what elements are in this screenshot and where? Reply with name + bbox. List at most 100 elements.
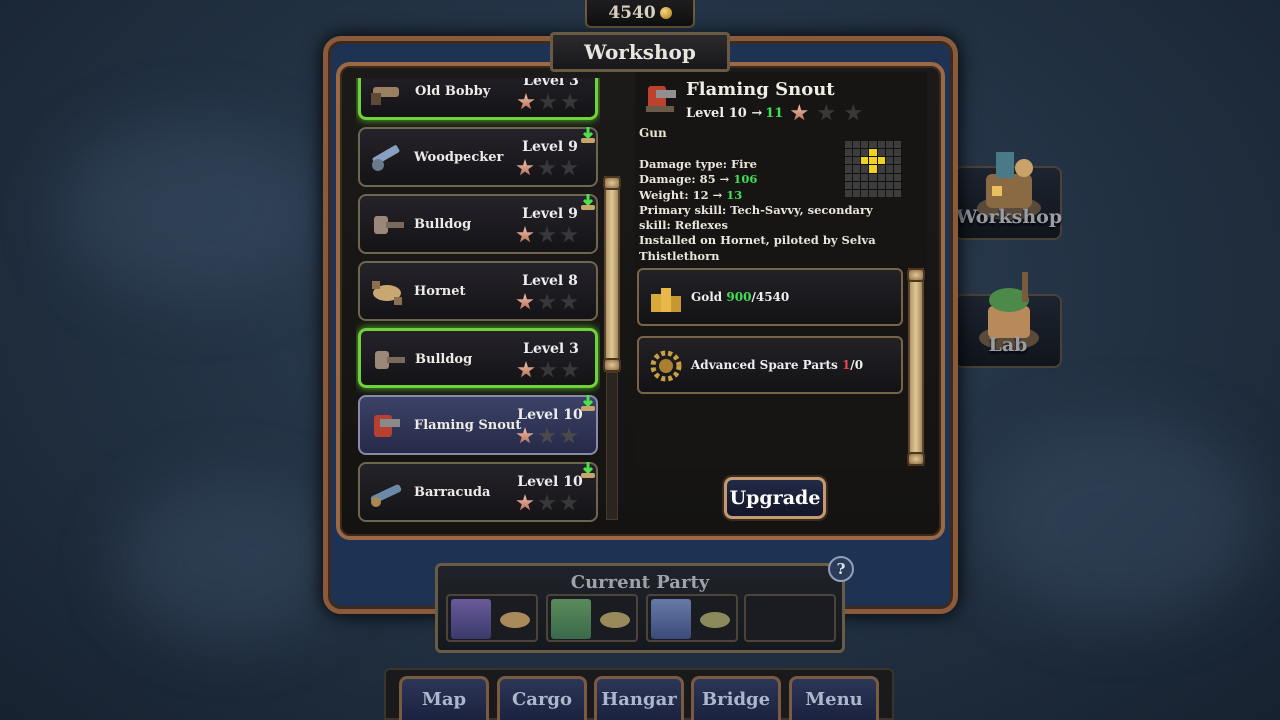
cost-gold: Gold 900/4540 xyxy=(637,268,903,326)
skills-text: Primary skill: Tech-Savvy, secondary ski… xyxy=(639,202,873,233)
star-icon xyxy=(560,226,578,243)
detail-level: Level 10 → 11 xyxy=(686,104,862,122)
star-icon xyxy=(516,159,534,176)
current-party-title: Current Party xyxy=(570,572,710,593)
ship-icon xyxy=(700,612,730,628)
star-icon xyxy=(560,494,578,511)
help-button[interactable]: ? xyxy=(828,556,854,582)
item-level: Level 8 xyxy=(522,273,578,289)
gun-woodpecker-icon xyxy=(372,145,400,171)
star-rating xyxy=(517,361,579,379)
list-item[interactable]: Woodpecker Level 9 xyxy=(358,127,598,187)
workshop-label: Workshop xyxy=(956,206,1063,228)
scroll-up-knob[interactable] xyxy=(907,268,925,282)
detail-item-type: Gun xyxy=(639,126,667,140)
list-item[interactable]: Old Bobby Level 3 xyxy=(358,78,598,120)
cost-spare-parts-text: Advanced Spare Parts 1/0 xyxy=(691,358,863,372)
list-item-selected[interactable]: Flaming Snout Level 10 xyxy=(358,395,598,455)
nav-hangar-button[interactable]: Hangar xyxy=(594,676,684,720)
party-slot[interactable] xyxy=(446,594,538,642)
star-icon xyxy=(817,104,835,121)
star-rating xyxy=(516,159,578,177)
list-item[interactable]: Hornet Level 8 xyxy=(358,261,598,321)
item-name: Bulldog xyxy=(415,352,473,367)
item-name: Flaming Snout xyxy=(414,418,522,433)
cost-spare-parts: Advanced Spare Parts 1/0 xyxy=(637,336,903,394)
item-list-scrollbar[interactable] xyxy=(603,176,621,372)
star-icon xyxy=(539,361,557,378)
star-icon xyxy=(560,293,578,310)
scroll-down-knob[interactable] xyxy=(603,358,621,372)
star-icon xyxy=(517,361,535,378)
star-rating xyxy=(516,427,578,445)
upgrade-available-icon xyxy=(581,194,595,210)
star-icon xyxy=(790,104,808,121)
list-item[interactable]: Bulldog Level 3 xyxy=(358,328,598,388)
gun-old-bobby-icon xyxy=(371,87,399,105)
upgrade-button[interactable]: Upgrade xyxy=(724,477,826,519)
weight-current: Weight: 12 → xyxy=(639,187,723,202)
star-icon xyxy=(538,494,556,511)
list-item[interactable]: Bulldog Level 9 xyxy=(358,194,598,254)
list-item[interactable]: Barracuda Level 10 xyxy=(358,462,598,522)
star-icon xyxy=(517,93,535,110)
gun-bulldog-icon xyxy=(375,351,405,369)
fog-cloud xyxy=(120,480,340,640)
star-icon xyxy=(538,226,556,243)
damage-current: Damage: 85 → xyxy=(639,172,730,187)
pilot-portrait-avatar xyxy=(551,599,591,639)
cost-need: 4540 xyxy=(755,290,790,304)
cost-label: Advanced Spare Parts xyxy=(691,358,838,372)
gun-barracuda-icon xyxy=(370,484,402,507)
item-name: Bulldog xyxy=(414,217,472,232)
cost-have: 900 xyxy=(726,290,752,304)
scroll-up-knob[interactable] xyxy=(603,176,621,190)
ship-hornet-icon xyxy=(372,281,402,305)
nav-bridge-button[interactable]: Bridge xyxy=(691,676,781,720)
gold-counter: 4540 xyxy=(585,0,695,28)
scroll-down-knob[interactable] xyxy=(907,452,925,466)
star-icon xyxy=(538,293,556,310)
upgrade-available-icon xyxy=(581,127,595,143)
star-rating xyxy=(516,293,578,311)
item-list: Old Bobby Level 3 Woodpecker Level 9 Bul… xyxy=(356,78,600,524)
nav-map-button[interactable]: Map xyxy=(399,676,489,720)
ship-icon xyxy=(600,612,630,628)
fog-cloud xyxy=(980,420,1260,620)
cost-list-scrollbar[interactable] xyxy=(907,268,925,466)
star-icon xyxy=(561,93,579,110)
gun-bulldog-icon xyxy=(374,216,404,234)
star-icon xyxy=(516,494,534,511)
nav-cargo-button[interactable]: Cargo xyxy=(497,676,587,720)
window-title-plate: Workshop xyxy=(550,32,730,72)
slot-shape-grid xyxy=(845,141,901,197)
item-name: Woodpecker xyxy=(414,150,504,165)
weight-next: 13 xyxy=(726,187,743,202)
item-level: Level 3 xyxy=(523,341,579,357)
star-icon xyxy=(561,361,579,378)
star-icon xyxy=(844,104,862,121)
star-icon xyxy=(516,226,534,243)
nav-menu-button[interactable]: Menu xyxy=(789,676,879,720)
party-slot-empty[interactable] xyxy=(744,594,836,642)
item-level: Level 3 xyxy=(523,78,579,89)
gear-icon xyxy=(650,350,682,382)
item-name: Barracuda xyxy=(414,485,491,500)
detail-level-current: Level 10 → xyxy=(686,105,763,121)
workshop-building-button[interactable]: Workshop xyxy=(954,152,1063,240)
star-icon xyxy=(516,427,534,444)
party-slot[interactable] xyxy=(546,594,638,642)
installed-text: Installed on Hornet, piloted by Selva Th… xyxy=(639,233,876,263)
item-name: Hornet xyxy=(414,284,466,299)
lab-building-button[interactable]: Lab xyxy=(954,272,1062,368)
damage-next: 106 xyxy=(733,172,758,187)
gold-coin-icon xyxy=(659,7,672,19)
scroll-track[interactable] xyxy=(606,372,618,520)
item-name: Old Bobby xyxy=(415,84,491,99)
star-rating xyxy=(517,93,579,111)
star-icon xyxy=(538,159,556,176)
star-icon xyxy=(560,159,578,176)
party-slot[interactable] xyxy=(646,594,738,642)
ship-icon xyxy=(500,612,530,628)
star-icon xyxy=(560,427,578,444)
